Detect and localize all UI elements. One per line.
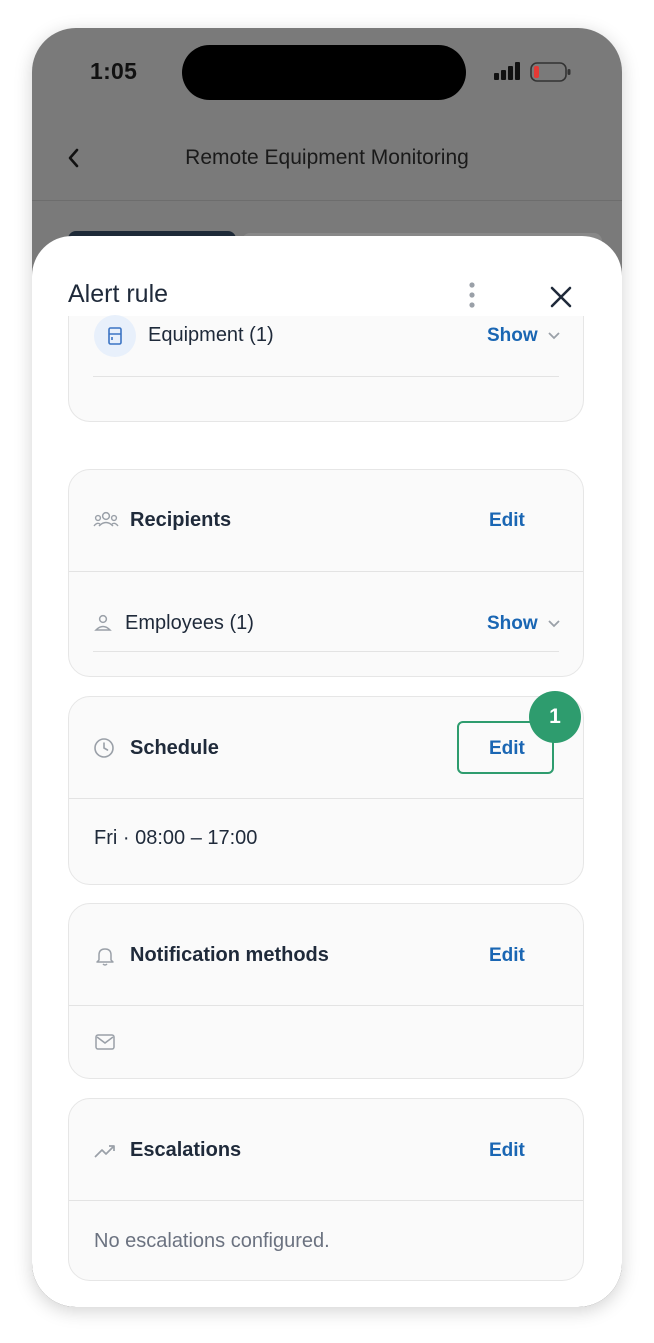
more-vertical-icon[interactable] — [460, 280, 484, 310]
schedule-label: Schedule — [130, 737, 219, 759]
employees-label: Employees (1) — [125, 612, 254, 634]
escalations-card: Escalations Edit No escalations configur… — [68, 1098, 584, 1281]
equipment-show-button[interactable]: Show — [487, 325, 561, 347]
employees-show-button[interactable]: Show — [487, 613, 561, 635]
notification-methods-edit-button[interactable]: Edit — [489, 945, 525, 967]
equipment-show-label: Show — [487, 325, 538, 346]
employees-show-label: Show — [487, 613, 538, 634]
top-nav-bar: Remote Equipment Monitoring — [32, 128, 622, 201]
alert-rule-sheet: Alert rule Equipment (1) Show Recipients… — [32, 236, 622, 1307]
phone-frame: 1:05 Remote Equipment Monitoring Alert r… — [32, 28, 622, 1307]
person-icon — [94, 614, 112, 631]
chevron-down-icon — [548, 332, 560, 340]
escalations-edit-button[interactable]: Edit — [489, 1140, 525, 1162]
status-bar: 1:05 — [32, 28, 622, 118]
escalations-empty-text: No escalations configured. — [94, 1230, 330, 1252]
divider — [69, 798, 583, 799]
divider — [69, 571, 583, 572]
divider — [69, 1005, 583, 1006]
recipients-label: Recipients — [130, 509, 232, 531]
equipment-label: Equipment (1) — [148, 324, 274, 346]
nav-title: Remote Equipment Monitoring — [185, 146, 469, 169]
equipment-card: Equipment (1) Show — [68, 315, 584, 422]
schedule-card: Schedule Edit 1 Fri · 08:00 – 17:00 — [68, 691, 584, 885]
divider — [93, 651, 559, 652]
notification-methods-label: Notification methods — [130, 944, 329, 966]
close-icon[interactable] — [546, 282, 576, 312]
sheet-title: Alert rule — [68, 280, 169, 308]
recipients-card: Recipients Edit Employees (1) Show — [68, 469, 584, 677]
notification-methods-card: Notification methods Edit — [68, 903, 584, 1079]
step-badge: 1 — [529, 691, 581, 743]
bell-icon — [96, 948, 114, 966]
escalations-label: Escalations — [130, 1139, 242, 1161]
clock-icon — [94, 738, 114, 758]
dynamic-island — [182, 45, 466, 100]
signal-icon — [494, 62, 520, 80]
trending-up-icon — [94, 1145, 115, 1158]
schedule-edit-button[interactable]: Edit — [489, 738, 525, 760]
group-icon — [93, 511, 119, 527]
mail-icon — [95, 1034, 115, 1050]
divider — [69, 1200, 583, 1201]
divider — [93, 376, 559, 377]
schedule-value: Fri · 08:00 – 17:00 — [94, 827, 258, 849]
chevron-down-icon — [548, 620, 560, 628]
recipients-edit-button[interactable]: Edit — [489, 510, 525, 532]
status-time: 1:05 — [90, 58, 138, 84]
equipment-icon — [94, 315, 136, 357]
battery-icon — [530, 62, 571, 82]
